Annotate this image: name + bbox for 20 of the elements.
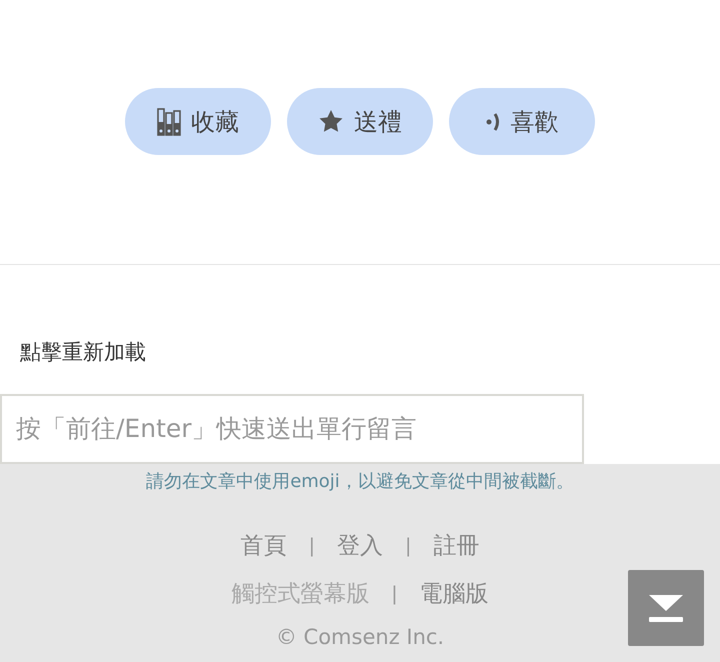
star-icon (318, 109, 344, 134)
separator: | (391, 582, 398, 607)
footer-link[interactable]: 登入 (337, 528, 383, 563)
notice-text: 請勿在文章中使用emoji，以避免文章從中間被截斷。 (146, 470, 574, 494)
separator: | (308, 534, 315, 558)
reload-link[interactable]: 點擊重新加載 (20, 337, 146, 368)
action-button[interactable]: 收藏 (125, 88, 271, 155)
footer-link[interactable]: 首頁 (240, 528, 287, 563)
copyright-text: © Comsenz Inc. (276, 624, 444, 650)
comment-input-field[interactable]: 按「前往/Enter」快速送出單行留言 (0, 394, 584, 464)
action-button[interactable]: 送禮 (287, 88, 433, 155)
download-arrow-icon (647, 592, 685, 622)
footer-link[interactable]: 觸控式螢幕版 (231, 577, 370, 612)
action-button[interactable]: 喜歡 (449, 88, 595, 155)
footer-link[interactable]: 電腦版 (420, 577, 489, 612)
scroll-to-bottom-button[interactable] (628, 570, 704, 646)
binders-icon (157, 108, 181, 136)
separator: | (405, 534, 412, 558)
signal-waves-icon (486, 112, 500, 131)
footer-link[interactable]: 註冊 (433, 528, 480, 563)
